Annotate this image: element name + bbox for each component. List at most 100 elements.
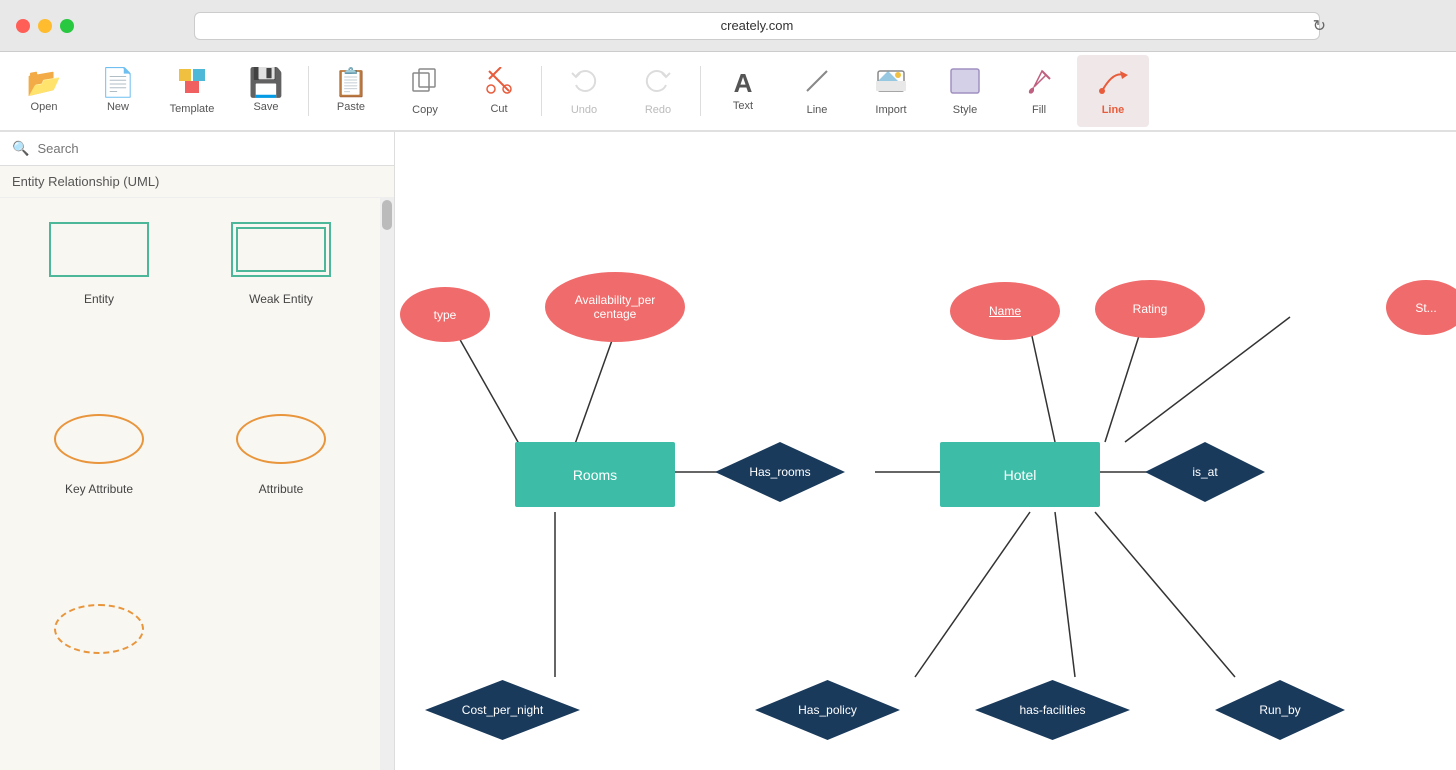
open-icon: 📂 bbox=[27, 69, 62, 97]
text-label: Text bbox=[733, 100, 753, 112]
import-tool[interactable]: Import bbox=[855, 55, 927, 127]
save-label: Save bbox=[253, 101, 278, 113]
line-icon bbox=[803, 67, 831, 100]
style-icon bbox=[949, 67, 981, 100]
line-label: Line bbox=[807, 104, 828, 116]
toolbar-divider-2 bbox=[541, 66, 542, 116]
undo-icon bbox=[570, 67, 598, 100]
line2-tool[interactable]: Line bbox=[1077, 55, 1149, 127]
entity-hotel[interactable]: Hotel bbox=[940, 442, 1100, 507]
rel-has-policy-label: Has_policy bbox=[798, 703, 857, 717]
save-icon: 💾 bbox=[249, 69, 284, 97]
redo-tool[interactable]: Redo bbox=[622, 55, 694, 127]
search-input[interactable] bbox=[37, 141, 382, 156]
style-tool[interactable]: Style bbox=[929, 55, 1001, 127]
template-tool[interactable]: Template bbox=[156, 55, 228, 127]
refresh-button[interactable]: ↻ bbox=[1313, 16, 1326, 36]
entity-label: Entity bbox=[84, 292, 114, 306]
derived-attr-shape bbox=[54, 604, 144, 654]
maximize-button[interactable] bbox=[60, 19, 74, 33]
rel-has-policy[interactable]: Has_policy bbox=[755, 680, 900, 740]
toolbar-divider-3 bbox=[700, 66, 701, 116]
style-label: Style bbox=[953, 104, 977, 116]
fill-icon bbox=[1024, 67, 1054, 100]
attr-type[interactable]: type bbox=[400, 287, 490, 342]
import-label: Import bbox=[875, 104, 906, 116]
title-bar: creately.com ↻ bbox=[0, 0, 1456, 52]
rel-run-by[interactable]: Run_by bbox=[1215, 680, 1345, 740]
text-icon: A bbox=[734, 70, 753, 96]
minimize-button[interactable] bbox=[38, 19, 52, 33]
rel-has-facilities[interactable]: has-facilities bbox=[975, 680, 1130, 740]
new-tool[interactable]: 📄 New bbox=[82, 55, 154, 127]
search-icon: 🔍 bbox=[12, 140, 29, 157]
toolbar: 📂 Open 📄 New Template 💾 Save 📋 Paste Cop… bbox=[0, 52, 1456, 132]
fill-tool[interactable]: Fill bbox=[1003, 55, 1075, 127]
open-label: Open bbox=[31, 101, 58, 113]
open-tool[interactable]: 📂 Open bbox=[8, 55, 80, 127]
address-bar[interactable]: creately.com bbox=[194, 12, 1320, 40]
template-icon bbox=[177, 67, 207, 99]
entity-hotel-label: Hotel bbox=[1004, 467, 1037, 483]
attr-preview bbox=[221, 404, 341, 474]
scroll-thumb bbox=[382, 200, 392, 230]
key-attr-shape bbox=[54, 414, 144, 464]
attr-st[interactable]: St... bbox=[1386, 280, 1456, 335]
rel-has-rooms[interactable]: Has_rooms bbox=[715, 442, 845, 502]
rel-run-by-label: Run_by bbox=[1259, 703, 1300, 717]
paste-label: Paste bbox=[337, 101, 365, 113]
new-icon: 📄 bbox=[101, 69, 136, 97]
attr-type-label: type bbox=[434, 308, 457, 322]
attr-availability-label: Availability_per centage bbox=[553, 293, 677, 321]
new-label: New bbox=[107, 101, 129, 113]
line-tool[interactable]: Line bbox=[781, 55, 853, 127]
shape-attr[interactable]: Attribute bbox=[198, 404, 364, 578]
attr-name[interactable]: Name bbox=[950, 282, 1060, 340]
rel-cost-per-night[interactable]: Cost_per_night bbox=[425, 680, 580, 740]
text-tool[interactable]: A Text bbox=[707, 55, 779, 127]
rel-is-at[interactable]: is_at bbox=[1145, 442, 1265, 502]
key-attr-label: Key Attribute bbox=[65, 482, 133, 496]
rel-has-facilities-label: has-facilities bbox=[1019, 703, 1085, 717]
rel-has-rooms-label: Has_rooms bbox=[749, 465, 810, 479]
shape-derived-attr[interactable] bbox=[16, 594, 182, 754]
main-area: 🔍 Entity Relationship (UML) Entity bbox=[0, 132, 1456, 770]
undo-tool[interactable]: Undo bbox=[548, 55, 620, 127]
shape-key-attr[interactable]: Key Attribute bbox=[16, 404, 182, 578]
template-label: Template bbox=[170, 103, 215, 115]
undo-label: Undo bbox=[571, 104, 597, 116]
cut-tool[interactable]: Cut bbox=[463, 55, 535, 127]
attr-availability[interactable]: Availability_per centage bbox=[545, 272, 685, 342]
weak-entity-preview bbox=[221, 214, 341, 284]
attr-st-label: St... bbox=[1415, 301, 1436, 315]
shape-weak-entity[interactable]: Weak Entity bbox=[198, 214, 364, 388]
save-tool[interactable]: 💾 Save bbox=[230, 55, 302, 127]
copy-tool[interactable]: Copy bbox=[389, 55, 461, 127]
import-icon bbox=[876, 67, 906, 100]
canvas[interactable]: type Availability_per centage Name Ratin… bbox=[395, 132, 1456, 770]
entity-rooms-label: Rooms bbox=[573, 467, 617, 483]
line2-label: Line bbox=[1102, 104, 1125, 116]
derived-attr-preview bbox=[39, 594, 159, 664]
copy-label: Copy bbox=[412, 104, 438, 116]
shape-entity[interactable]: Entity bbox=[16, 214, 182, 388]
close-button[interactable] bbox=[16, 19, 30, 33]
attr-name-label: Name bbox=[989, 304, 1021, 318]
attr-rating-label: Rating bbox=[1133, 302, 1168, 316]
attr-label: Attribute bbox=[259, 482, 304, 496]
search-bar: 🔍 bbox=[0, 132, 394, 166]
attr-rating[interactable]: Rating bbox=[1095, 280, 1205, 338]
redo-icon bbox=[644, 67, 672, 100]
entity-rooms[interactable]: Rooms bbox=[515, 442, 675, 507]
fill-label: Fill bbox=[1032, 104, 1046, 116]
paste-tool[interactable]: 📋 Paste bbox=[315, 55, 387, 127]
cut-label: Cut bbox=[490, 103, 507, 115]
copy-icon bbox=[411, 67, 439, 100]
key-attr-preview bbox=[39, 404, 159, 474]
cut-icon bbox=[485, 67, 513, 99]
rel-cost-label: Cost_per_night bbox=[462, 703, 543, 717]
entity-preview bbox=[39, 214, 159, 284]
sidebar-section-title: Entity Relationship (UML) bbox=[0, 166, 394, 198]
sidebar-scrollbar[interactable] bbox=[380, 198, 394, 770]
url-text: creately.com bbox=[721, 18, 794, 33]
